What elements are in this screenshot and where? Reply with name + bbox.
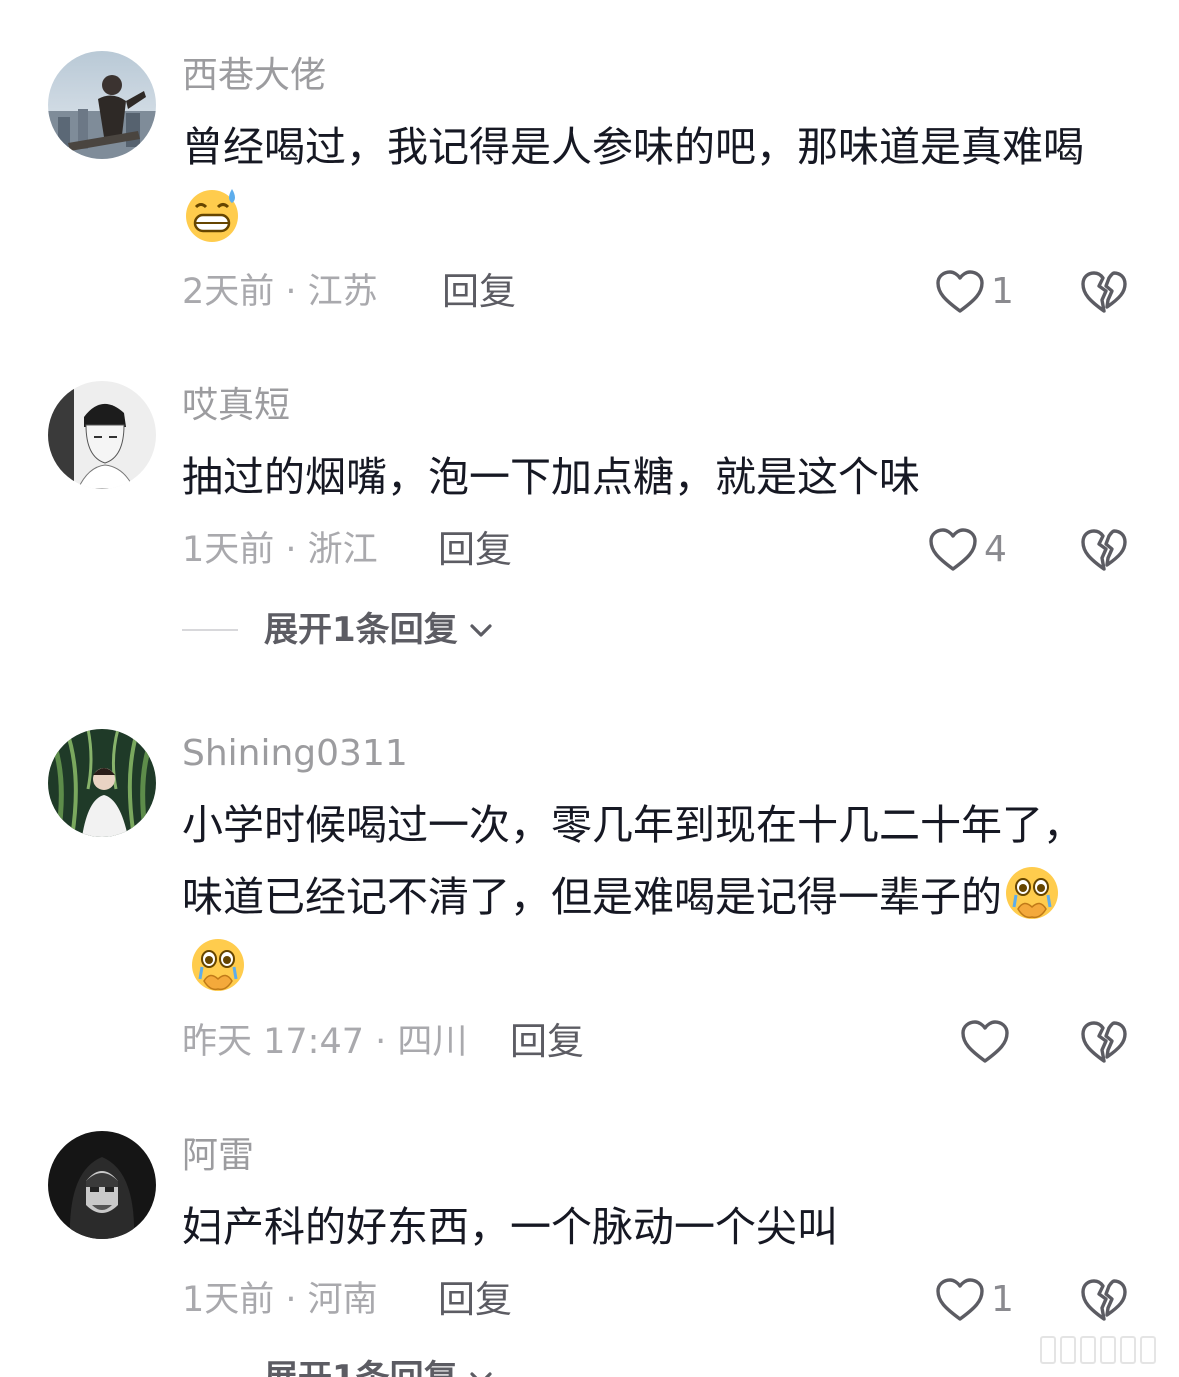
comment-meta: 1天前 · 河南: [182, 1280, 378, 1320]
like-button[interactable]: 1: [935, 1272, 1014, 1328]
heart-outline-icon: [935, 1277, 985, 1323]
comment-text: 曾经喝过，我记得是人参味的吧，那味道是真难喝: [182, 111, 1117, 255]
comment-text: 妇产科的好东西，一个脉动一个尖叫: [182, 1203, 838, 1251]
dislike-button[interactable]: [1080, 1014, 1128, 1070]
dislike-button[interactable]: [1080, 522, 1128, 578]
broken-heart-icon: [1080, 1278, 1128, 1322]
expand-replies-button[interactable]: 展开1条回复: [182, 602, 494, 658]
avatar[interactable]: [48, 51, 156, 159]
dislike-button[interactable]: [1080, 264, 1128, 320]
divider: [182, 629, 238, 631]
username[interactable]: 阿雷: [182, 1134, 254, 1178]
comment-text: 小学时候喝过一次，零几年到现在十几二十年了，味道已经记不清了，但是难喝是记得一辈…: [182, 789, 1117, 1005]
username[interactable]: 哎真短: [182, 384, 290, 428]
reply-button[interactable]: 回复: [442, 264, 516, 320]
like-count: 1: [991, 271, 1014, 312]
dislike-button[interactable]: [1080, 1272, 1128, 1328]
chevron-down-icon: [468, 617, 494, 643]
username[interactable]: 西巷大佬: [182, 54, 326, 98]
heart-outline-icon: [928, 527, 978, 573]
like-button[interactable]: [960, 1014, 1016, 1070]
holding-back-tears-emoji: [188, 935, 248, 995]
broken-heart-icon: [1080, 528, 1128, 572]
like-count: 4: [984, 529, 1007, 570]
chevron-down-icon: [468, 1365, 494, 1377]
watermark-logo: [1040, 1332, 1170, 1368]
comment-text: 抽过的烟嘴，泡一下加点糖，就是这个味: [182, 453, 920, 501]
avatar[interactable]: [48, 381, 156, 489]
grinning-sweat-emoji: [182, 185, 242, 245]
like-count: 1: [991, 1279, 1014, 1320]
like-button[interactable]: 1: [935, 264, 1014, 320]
expand-replies-label: 展开1条回复: [264, 1350, 458, 1377]
comment-meta: 1天前 · 浙江: [182, 530, 378, 570]
avatar[interactable]: [48, 729, 156, 837]
comment-meta: 2天前 · 江苏: [182, 272, 378, 312]
username[interactable]: Shining0311: [182, 732, 408, 776]
reply-button[interactable]: 回复: [438, 522, 512, 578]
like-button[interactable]: 4: [928, 522, 1007, 578]
avatar[interactable]: [48, 1131, 156, 1239]
comment-meta: 昨天 17:47 · 四川: [182, 1022, 468, 1062]
reply-button[interactable]: 回复: [510, 1014, 584, 1070]
expand-replies-label: 展开1条回复: [264, 610, 458, 650]
comment-list: 西巷大佬 曾经喝过，我记得是人参味的吧，那味道是真难喝 2天前 · 江苏 回复 …: [0, 0, 1179, 1377]
broken-heart-icon: [1080, 270, 1128, 314]
heart-outline-icon: [960, 1019, 1010, 1065]
holding-back-tears-emoji: [1002, 863, 1062, 923]
broken-heart-icon: [1080, 1020, 1128, 1064]
reply-button[interactable]: 回复: [438, 1272, 512, 1328]
heart-outline-icon: [935, 269, 985, 315]
expand-replies-button[interactable]: 展开1条回复: [182, 1350, 494, 1377]
